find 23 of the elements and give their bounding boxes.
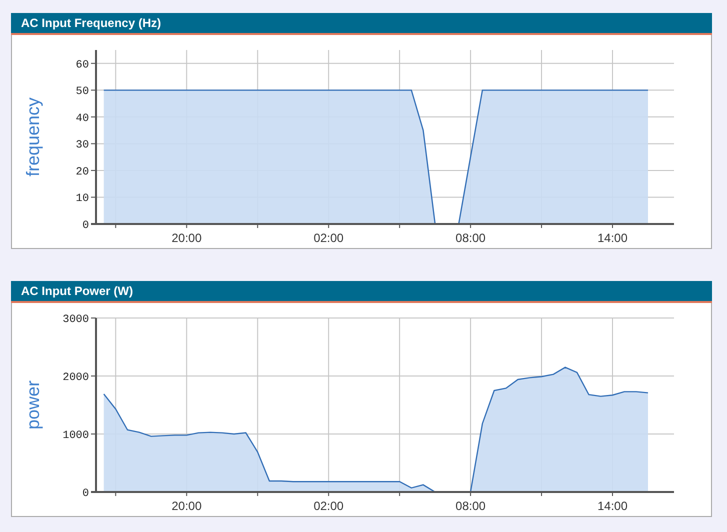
y-tick-label: 20 <box>76 166 89 178</box>
x-tick-label: 08:00 <box>456 499 486 513</box>
y-tick-label: 1000 <box>62 430 89 442</box>
panel-title: AC Input Power (W) <box>11 281 712 303</box>
y-tick-label: 10 <box>76 193 89 206</box>
y-tick-label: 3000 <box>62 314 89 326</box>
y-tick-label: 2000 <box>62 372 89 384</box>
y-axis-title: power <box>23 380 43 430</box>
panel-title: AC Input Frequency (Hz) <box>11 13 712 35</box>
y-tick-label: 60 <box>76 59 89 72</box>
y-tick-label: 0 <box>82 220 89 232</box>
x-tick-label: 20:00 <box>172 231 202 245</box>
y-tick-label: 0 <box>82 488 89 500</box>
y-tick-label: 50 <box>76 86 89 98</box>
x-tick-label: 14:00 <box>597 231 628 245</box>
y-axis-title: frequency <box>23 97 43 177</box>
y-tick-label: 40 <box>76 112 89 125</box>
x-tick-label: 02:00 <box>314 499 344 513</box>
x-tick-label: 02:00 <box>314 231 344 245</box>
y-tick-label: 30 <box>76 140 89 152</box>
x-tick-label: 20:00 <box>172 499 202 513</box>
x-tick-label: 14:00 <box>597 499 628 513</box>
x-tick-label: 08:00 <box>456 231 486 245</box>
